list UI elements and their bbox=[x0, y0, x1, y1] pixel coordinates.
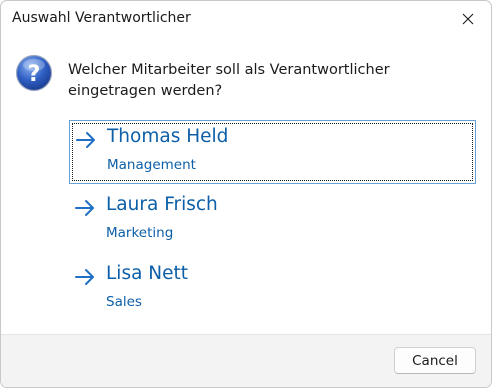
dialog-window: Auswahl Verantwortlicher ? Welcher Mitar… bbox=[0, 0, 492, 388]
arrow-right-icon bbox=[76, 132, 95, 148]
option-department: Marketing bbox=[106, 225, 174, 241]
close-icon bbox=[462, 13, 474, 25]
question-icon: ? bbox=[15, 54, 53, 92]
option-department: Management bbox=[107, 157, 196, 173]
option-thomas-held[interactable]: Thomas Held Management bbox=[69, 120, 476, 184]
window-title: Auswahl Verantwortlicher bbox=[12, 10, 191, 26]
arrow-right-icon bbox=[75, 269, 94, 285]
cancel-button[interactable]: Cancel bbox=[394, 347, 476, 374]
dialog-footer: Cancel bbox=[1, 334, 491, 387]
svg-text:?: ? bbox=[28, 62, 41, 87]
option-department: Sales bbox=[106, 294, 142, 310]
title-bar: Auswahl Verantwortlicher bbox=[1, 1, 491, 39]
option-lisa-nett[interactable]: Lisa Nett Sales bbox=[69, 258, 476, 322]
option-name: Lisa Nett bbox=[106, 263, 189, 284]
option-name: Laura Frisch bbox=[106, 194, 218, 215]
option-laura-frisch[interactable]: Laura Frisch Marketing bbox=[69, 189, 476, 253]
close-button[interactable] bbox=[445, 1, 491, 37]
arrow-right-icon bbox=[75, 200, 94, 216]
question-text: Welcher Mitarbeiter soll als Verantwortl… bbox=[68, 62, 390, 99]
option-name: Thomas Held bbox=[107, 126, 229, 147]
